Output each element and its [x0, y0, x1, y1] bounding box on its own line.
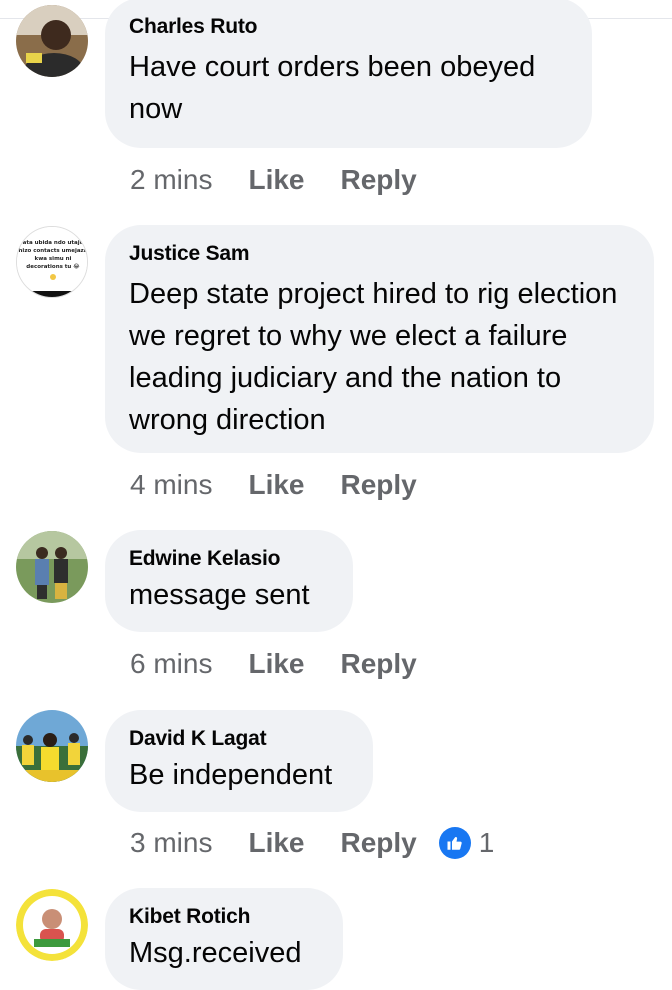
comment-bubble[interactable]: Edwine Kelasio message sent: [105, 530, 353, 632]
two-people-photo-avatar[interactable]: [16, 531, 88, 603]
reaction-count: 1: [478, 827, 495, 858]
comment-bubble[interactable]: Charles Ruto Have court orders been obey…: [105, 0, 592, 148]
svg-text:hizo contacts umejaza: hizo contacts umejaza: [19, 248, 88, 254]
like-button[interactable]: Like: [248, 164, 304, 196]
comment-actions: 3 mins Like Reply 1: [130, 827, 494, 859]
reply-button[interactable]: Reply: [341, 469, 417, 501]
comment-text: Deep state project hired to rig election…: [129, 278, 618, 436]
comment-actions: 4 mins Like Reply: [130, 469, 417, 501]
comment-text: Msg.received: [129, 937, 302, 969]
comment-time[interactable]: 3 mins: [130, 827, 212, 859]
comment-author[interactable]: Charles Ruto: [129, 14, 568, 40]
reply-button[interactable]: Reply: [341, 827, 417, 859]
crowd-photo-avatar[interactable]: [16, 710, 88, 782]
comment-author[interactable]: David K Lagat: [129, 726, 349, 752]
badge-portrait-avatar[interactable]: [16, 889, 88, 961]
comment-author[interactable]: Kibet Rotich: [129, 904, 319, 930]
comment-time[interactable]: 6 mins: [130, 648, 212, 680]
svg-text:decorations tu 😂: decorations tu 😂: [26, 263, 80, 270]
comment-text: Be independent: [129, 759, 333, 791]
reply-button[interactable]: Reply: [341, 164, 417, 196]
reaction-summary[interactable]: 1: [438, 827, 495, 859]
comment-time[interactable]: 2 mins: [130, 164, 212, 196]
comment-actions: 2 mins Like Reply: [130, 164, 417, 196]
svg-text:kwa simu ni: kwa simu ni: [35, 256, 72, 262]
reply-button[interactable]: Reply: [341, 648, 417, 680]
comment-author[interactable]: Justice Sam: [129, 241, 630, 267]
comment-actions: 6 mins Like Reply: [130, 648, 417, 680]
comment-time[interactable]: 4 mins: [130, 469, 212, 501]
comment-bubble[interactable]: Kibet Rotich Msg.received: [105, 888, 343, 990]
comment-author[interactable]: Edwine Kelasio: [129, 546, 329, 572]
user-photo-avatar[interactable]: [16, 5, 88, 77]
comment-bubble[interactable]: David K Lagat Be independent: [105, 710, 373, 812]
like-button[interactable]: Like: [248, 827, 304, 859]
comment-text: Have court orders been obeyed now: [129, 51, 536, 125]
svg-text:Pata ubida ndo utajua: Pata ubida ndo utajua: [19, 240, 88, 246]
like-button[interactable]: Like: [248, 469, 304, 501]
like-button[interactable]: Like: [248, 648, 304, 680]
thumbs-up-icon: [438, 827, 471, 859]
comment-text: message sent: [129, 579, 310, 611]
comment-bubble[interactable]: Justice Sam Deep state project hired to …: [105, 225, 654, 453]
text-graphic-avatar[interactable]: Pata ubida ndo utajua hizo contacts umej…: [16, 226, 88, 298]
